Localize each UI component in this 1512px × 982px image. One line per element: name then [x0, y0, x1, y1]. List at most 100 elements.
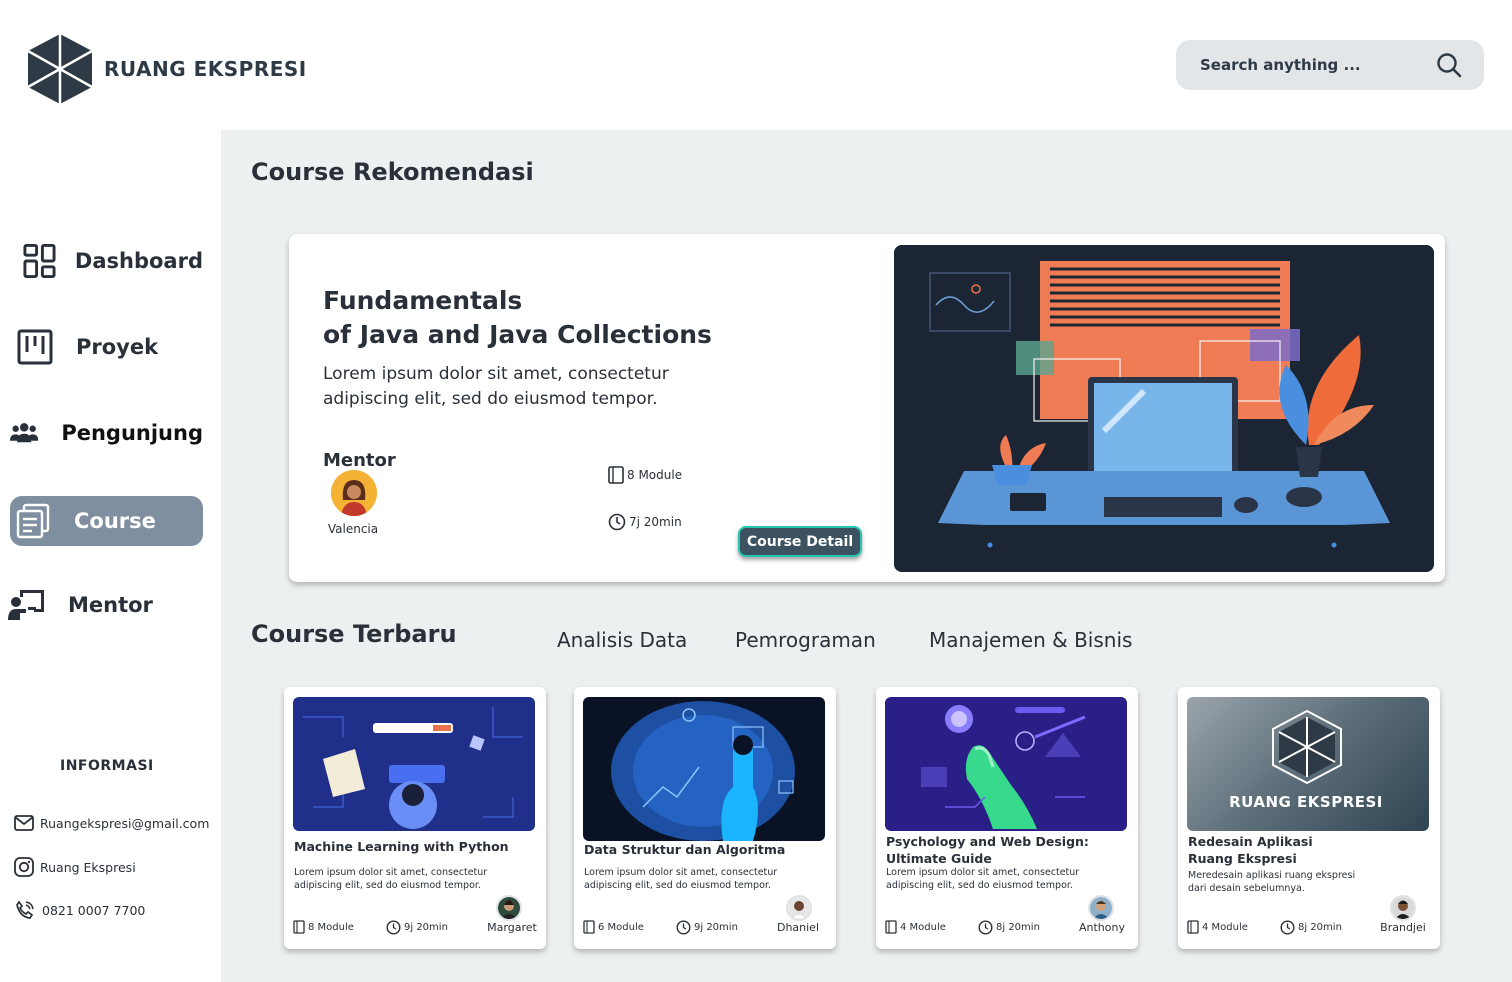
logo-text: RUANG EKSPRESI: [104, 57, 307, 81]
logo-hexagon-icon: [27, 34, 93, 104]
book-icon: [608, 466, 624, 484]
tab-analisis-data[interactable]: Analisis Data: [557, 628, 687, 652]
mentor-name: Valencia: [327, 522, 379, 536]
thumbnail-logo-text: RUANG EKSPRESI: [1229, 793, 1383, 811]
clock-icon: [1280, 920, 1295, 935]
search-bar[interactable]: Search anything ...: [1176, 40, 1484, 90]
course-thumbnail: [293, 697, 535, 831]
sidebar-item-dashboard[interactable]: Dashboard: [10, 236, 203, 286]
duration-text: 7j 20min: [629, 515, 682, 529]
dashboard-icon: [23, 243, 56, 279]
module-count: 8 Module: [293, 920, 354, 934]
module-count-text: 4 Module: [900, 921, 946, 933]
course-description: Lorem ipsum dolor sit amet, consectetur …: [886, 867, 1080, 891]
course-thumbnail: [583, 697, 825, 841]
course-detail-button[interactable]: Course Detail: [738, 526, 862, 557]
course-mentor-name: Brandjei: [1380, 921, 1426, 934]
info-phone[interactable]: 0821 0007 7700: [14, 900, 145, 920]
course-icon: [16, 503, 50, 539]
course-mentor-name: Margaret: [487, 921, 537, 934]
avatar[interactable]: [1088, 895, 1114, 921]
logo[interactable]: RUANG EKSPRESI: [26, 32, 307, 106]
mentor-label: Mentor: [323, 450, 396, 471]
info-title: INFORMASI: [60, 758, 154, 774]
course-card[interactable]: Psychology and Web Design: Ultimate Guid…: [876, 687, 1138, 949]
duration-text: 8j 20min: [996, 922, 1040, 933]
course-title: Redesain Aplikasi Ruang Ekspresi: [1188, 834, 1313, 866]
course-card[interactable]: Machine Learning with Python Lorem ipsum…: [284, 687, 546, 949]
course-card[interactable]: Data Struktur dan Algoritma Lorem ipsum …: [574, 687, 836, 949]
sidebar-item-course[interactable]: Course: [10, 496, 203, 546]
sidebar-item-label: Pengunjung: [61, 421, 203, 445]
module-count-text: 8 Module: [308, 921, 354, 933]
course-thumbnail: [885, 697, 1127, 831]
module-count: 4 Module: [885, 920, 946, 934]
course-title: Machine Learning with Python: [294, 839, 509, 854]
module-count-text: 6 Module: [598, 921, 644, 933]
course-thumbnail: RUANG EKSPRESI: [1187, 697, 1429, 831]
sidebar-item-label: Course: [74, 509, 156, 533]
people-icon: [10, 423, 39, 443]
avatar[interactable]: [786, 895, 812, 921]
sidebar-item-label: Proyek: [76, 335, 159, 359]
duration: 9j 20min: [386, 920, 448, 935]
duration: 8j 20min: [1280, 920, 1342, 935]
tab-pemrograman[interactable]: Pemrograman: [735, 628, 876, 652]
mail-icon: [14, 815, 34, 831]
search-icon[interactable]: [1436, 52, 1462, 78]
sidebar-item-label: Mentor: [68, 593, 153, 617]
course-description: Lorem ipsum dolor sit amet, consectetur …: [294, 867, 488, 891]
book-icon: [885, 920, 897, 934]
tab-manajemen-bisnis[interactable]: Manajemen & Bisnis: [929, 628, 1132, 652]
duration: 7j 20min: [608, 513, 682, 531]
module-count: 8 Module: [608, 466, 682, 484]
module-count-text: 8 Module: [627, 468, 683, 482]
course-title: Data Struktur dan Algoritma: [584, 842, 786, 857]
featured-course-title: Fundamentals of Java and Java Collection…: [323, 286, 712, 349]
featured-course-card[interactable]: Fundamentals of Java and Java Collection…: [289, 234, 1445, 582]
phone-icon: [16, 900, 34, 919]
module-count: 6 Module: [583, 920, 644, 934]
sidebar-item-label: Dashboard: [74, 249, 203, 273]
info-email-text: Ruangekspresi@gmail.com: [40, 815, 210, 831]
duration: 8j 20min: [978, 920, 1040, 935]
module-count-text: 4 Module: [1202, 921, 1248, 933]
search-input[interactable]: Search anything ...: [1200, 56, 1361, 74]
main-content: Course Rekomendasi Fundamentals of Java …: [221, 130, 1512, 982]
duration-text: 8j 20min: [1298, 922, 1342, 933]
page: RUANG EKSPRESI Search anything ... Dashb…: [0, 0, 1512, 982]
duration: 9j 20min: [676, 920, 738, 935]
latest-heading: Course Terbaru: [251, 620, 457, 648]
course-description: Meredesain aplikasi ruang ekspresi dari …: [1188, 870, 1356, 894]
sidebar-item-proyek[interactable]: Proyek: [10, 322, 203, 372]
duration-text: 9j 20min: [404, 922, 448, 933]
course-card[interactable]: RUANG EKSPRESI Redesain Aplikasi Ruang E…: [1178, 687, 1440, 949]
info-email[interactable]: Ruangekspresi@gmail.com: [14, 815, 209, 831]
sidebar-item-pengunjung[interactable]: Pengunjung: [10, 408, 203, 458]
book-icon: [293, 920, 305, 934]
clock-icon: [608, 513, 626, 531]
avatar[interactable]: [1390, 895, 1416, 921]
avatar[interactable]: [496, 895, 522, 921]
info-instagram[interactable]: Ruang Ekspresi: [14, 857, 136, 877]
sidebar-item-mentor[interactable]: Mentor: [8, 580, 203, 630]
duration-text: 9j 20min: [694, 922, 738, 933]
info-instagram-text: Ruang Ekspresi: [40, 859, 136, 875]
course-title: Psychology and Web Design: Ultimate Guid…: [886, 834, 1089, 866]
instagram-icon: [14, 857, 34, 877]
course-mentor-name: Dhaniel: [776, 921, 820, 934]
kanban-icon: [17, 329, 53, 365]
featured-course-description: Lorem ipsum dolor sit amet, consectetur …: [323, 364, 669, 409]
avatar[interactable]: [331, 470, 377, 516]
clock-icon: [676, 920, 691, 935]
course-mentor-name: Anthony: [1079, 921, 1125, 934]
featured-course-illustration: [894, 245, 1434, 572]
clock-icon: [386, 920, 401, 935]
recommendation-heading: Course Rekomendasi: [251, 158, 534, 186]
info-phone-text: 0821 0007 7700: [42, 902, 146, 918]
clock-icon: [978, 920, 993, 935]
module-count: 4 Module: [1187, 920, 1248, 934]
mentor-icon: [8, 590, 44, 620]
book-icon: [583, 920, 595, 934]
book-icon: [1187, 920, 1199, 934]
